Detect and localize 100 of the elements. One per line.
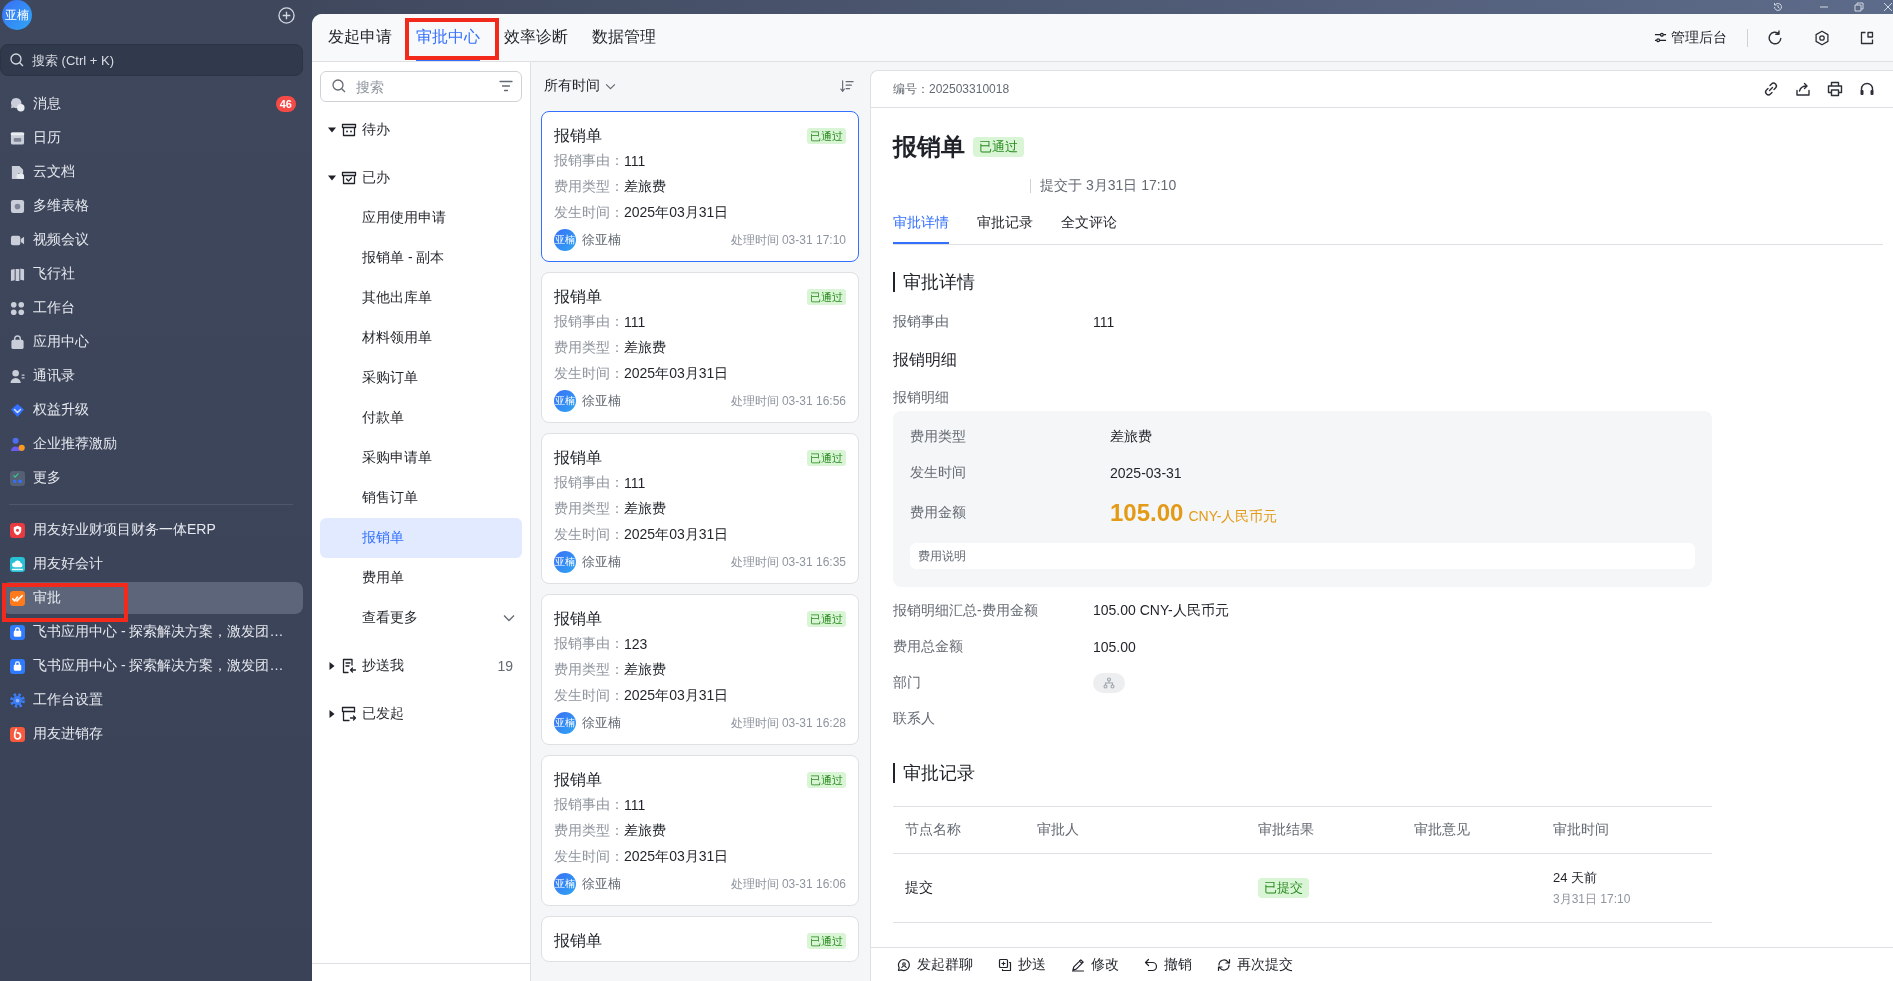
filter-icon[interactable] <box>499 79 513 93</box>
tree-group[interactable]: 抄送我 19 <box>341 646 522 686</box>
action-button[interactable]: 发起群聊 <box>897 955 973 974</box>
tree-item[interactable]: 报销单 <box>320 518 522 558</box>
headset-icon[interactable] <box>1859 81 1875 97</box>
tab[interactable]: 数据管理 <box>592 14 656 61</box>
history-icon[interactable] <box>1773 2 1783 12</box>
sidebar-item[interactable]: 消息 46 <box>2 88 303 120</box>
caret-right-icon[interactable] <box>328 710 336 718</box>
field-value: 111 <box>624 153 646 169</box>
user-avatar: 亚楠 <box>554 551 576 573</box>
tree-item[interactable]: 销售订单 <box>320 478 522 518</box>
tab[interactable]: 全文评论 <box>1061 202 1117 244</box>
tree-item[interactable]: 费用单 <box>320 558 522 598</box>
tree-group[interactable]: 待办 <box>341 110 522 150</box>
action-button[interactable]: 抄送 <box>998 955 1046 974</box>
field-value: 差旅费 <box>624 339 666 357</box>
cloud-logo-icon <box>10 556 25 572</box>
sidebar-item[interactable]: 工作台设置 <box>2 684 303 716</box>
sidebar-item[interactable]: 通讯录 <box>2 360 303 392</box>
pencil-icon <box>1071 957 1085 972</box>
approval-card[interactable]: 报销单 已通过 报销事由：111 费用类型：差旅费 发生时间：2025年03月31日 亚楠 徐亚楠 处理时间 03-31 16:35 <box>541 433 859 584</box>
form-title: 报销单 <box>893 132 965 162</box>
link-icon[interactable] <box>1763 81 1779 97</box>
show-more-item[interactable]: 查看更多 <box>320 598 522 638</box>
sidebar-item[interactable]: 企业推荐激励 <box>2 428 303 460</box>
status-tag: 已通过 <box>807 772 846 788</box>
sidebar-item[interactable]: 飞行社 <box>2 258 303 290</box>
approval-card[interactable]: 报销单 已通过 <box>541 916 859 962</box>
sidebar-item[interactable]: 权益升级 <box>2 394 303 426</box>
caret-right-icon[interactable] <box>328 662 336 670</box>
tree-item[interactable]: 其他出库单 <box>320 278 522 318</box>
sidebar-item[interactable]: 视频会议 <box>2 224 303 256</box>
tab[interactable]: 发起申请 <box>328 14 392 61</box>
tree-item[interactable]: 报销单 - 副本 <box>320 238 522 278</box>
tree-item[interactable]: 采购申请单 <box>320 438 522 478</box>
tab[interactable]: 效率诊断 <box>504 14 568 61</box>
share-icon[interactable] <box>1795 81 1811 97</box>
close-icon[interactable] <box>1883 2 1893 12</box>
admin-console-button[interactable]: 管理后台 <box>1654 28 1727 47</box>
add-icon[interactable] <box>278 6 295 24</box>
person-name: 徐亚楠 <box>582 553 621 571</box>
tree-item[interactable]: 付款单 <box>320 398 522 438</box>
time-filter-dropdown[interactable]: 所有时间 <box>544 77 616 95</box>
sort-icon[interactable] <box>840 79 854 93</box>
sidebar-item[interactable]: 用友进销存 <box>2 718 303 750</box>
approval-card[interactable]: 报销单 已通过 报销事由：111 费用类型：差旅费 发生时间：2025年03月31日 亚楠 徐亚楠 处理时间 03-31 17:10 <box>541 111 859 262</box>
field-value: 差旅费 <box>624 661 666 679</box>
cycle-icon <box>1217 957 1231 972</box>
tree-item[interactable]: 应用使用申请 <box>320 198 522 238</box>
processed-time: 处理时间 03-31 17:10 <box>730 231 846 249</box>
person-name: 徐亚楠 <box>582 714 621 732</box>
sidebar-item[interactable]: 云文档 <box>2 156 303 188</box>
field-value: 111 <box>624 314 646 330</box>
field-value: 2025年03月31日 <box>624 526 729 544</box>
processed-time: 处理时间 03-31 16:35 <box>730 553 846 571</box>
refresh-icon[interactable] <box>1767 29 1783 46</box>
settings-icon[interactable] <box>1814 29 1830 46</box>
field-label: 发生时间： <box>554 204 624 222</box>
sliders-icon <box>1654 31 1667 44</box>
tree-group[interactable]: 已办 <box>341 158 522 198</box>
processed-time: 处理时间 03-31 16:06 <box>730 875 846 893</box>
approval-card[interactable]: 报销单 已通过 报销事由：111 费用类型：差旅费 发生时间：2025年03月31日 亚楠 徐亚楠 处理时间 03-31 16:06 <box>541 755 859 906</box>
sidebar-item[interactable]: 多维表格 <box>2 190 303 222</box>
sidebar-item[interactable]: 应用中心 <box>2 326 303 358</box>
approval-card[interactable]: 报销单 已通过 报销事由：111 费用类型：差旅费 发生时间：2025年03月31日 亚楠 徐亚楠 处理时间 03-31 16:56 <box>541 272 859 423</box>
document-arrow-icon <box>341 658 357 674</box>
person-name: 徐亚楠 <box>582 392 621 410</box>
caret-down-icon[interactable] <box>328 174 336 182</box>
field-label: 报销事由： <box>554 313 624 331</box>
sidebar-item[interactable]: 工作台 <box>2 292 303 324</box>
tree-item[interactable]: 采购订单 <box>320 358 522 398</box>
tree-item[interactable]: 材料领用单 <box>320 318 522 358</box>
sidebar-item[interactable]: 飞书应用中心 - 探索解决方案，激发团… <box>2 650 303 682</box>
tab[interactable]: 审批详情 <box>893 202 949 244</box>
search-field[interactable]: 搜索 (Ctrl + K) <box>0 44 303 76</box>
sidebar-item[interactable]: 飞书应用中心 - 探索解决方案，激发团… <box>2 616 303 648</box>
action-button[interactable]: 再次提交 <box>1217 955 1293 974</box>
window-icon[interactable] <box>1859 29 1875 46</box>
tree-group[interactable]: 已发起 <box>341 694 522 734</box>
tab[interactable]: 审批中心 <box>416 14 480 61</box>
processed-time: 处理时间 03-31 16:56 <box>730 392 846 410</box>
status-tag: 已提交 <box>1258 878 1309 898</box>
sidebar-item[interactable]: 用友好会计 <box>2 548 303 580</box>
user-avatar[interactable]: 亚楠 <box>2 0 32 30</box>
sidebar-item[interactable]: 日历 <box>2 122 303 154</box>
user-avatar: 亚楠 <box>554 712 576 734</box>
sidebar-item[interactable]: 更多 <box>2 462 303 494</box>
printer-icon[interactable] <box>1827 81 1843 97</box>
approval-card[interactable]: 报销单 已通过 报销事由：123 费用类型：差旅费 发生时间：2025年03月31日 亚楠 徐亚楠 处理时间 03-31 16:28 <box>541 594 859 745</box>
action-button[interactable]: 修改 <box>1071 955 1119 974</box>
status-tag: 已通过 <box>807 933 846 949</box>
field-label: 联系人 <box>893 710 935 728</box>
field-label: 部门 <box>893 674 921 692</box>
action-button[interactable]: 撤销 <box>1144 955 1192 974</box>
tab[interactable]: 审批记录 <box>977 202 1033 244</box>
sidebar-item[interactable]: 用友好业财项目财务一体ERP <box>2 514 303 546</box>
caret-down-icon[interactable] <box>328 126 336 134</box>
maximize-icon[interactable] <box>1854 2 1864 12</box>
card-title: 报销单 <box>554 125 602 146</box>
